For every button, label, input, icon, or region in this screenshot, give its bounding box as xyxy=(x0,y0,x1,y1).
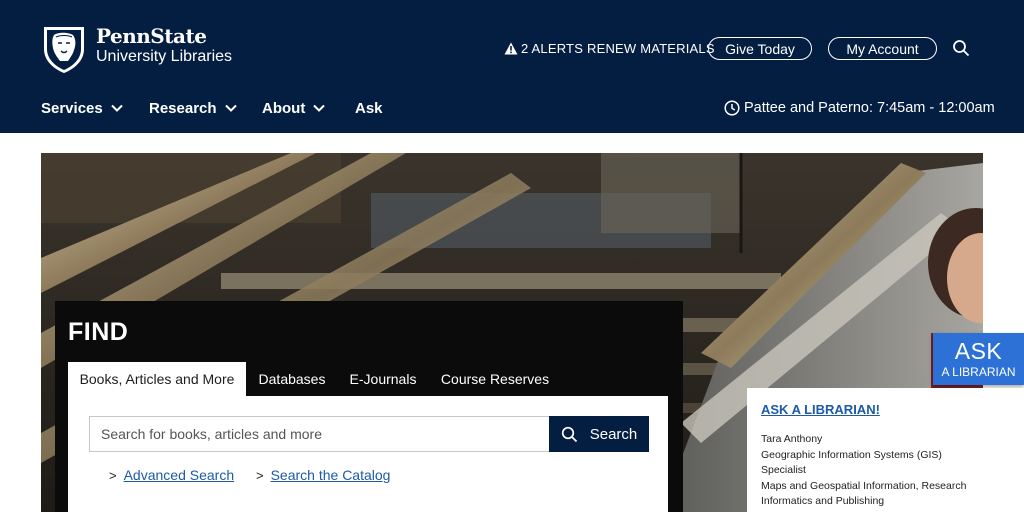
nav-services[interactable]: Services xyxy=(41,97,123,119)
alerts-label: 2 ALERTS xyxy=(521,40,584,56)
hours-label: Pattee and Paterno: 7:45am - 12:00am xyxy=(744,100,995,116)
find-panel: FIND Books, Articles and More Databases … xyxy=(55,301,683,512)
search-icon xyxy=(561,426,577,442)
my-account-button[interactable]: My Account xyxy=(828,37,937,60)
ask-a-librarian-tab[interactable]: ASK A LIBRARIAN xyxy=(933,333,1024,385)
renew-materials-link[interactable]: RENEW MATERIALS xyxy=(587,37,715,59)
chevron-down-icon xyxy=(224,104,237,112)
site-header: PennState University Libraries 2 ALERTS … xyxy=(0,0,1024,133)
tab-e-journals[interactable]: E-Journals xyxy=(343,362,423,396)
tab-course-reserves[interactable]: Course Reserves xyxy=(437,362,553,396)
link-prefix: > xyxy=(256,467,264,483)
search-input[interactable] xyxy=(89,416,549,452)
nav-services-label: Services xyxy=(41,99,103,117)
library-hours[interactable]: Pattee and Paterno: 7:45am - 12:00am xyxy=(724,97,995,119)
logo-subtitle: University Libraries xyxy=(96,48,233,65)
ask-librarian-card: ASK A LIBRARIAN! Tara Anthony Geographic… xyxy=(747,388,1024,512)
search-button-label: Search xyxy=(589,425,638,443)
logo-wordmark: PennState xyxy=(96,24,207,48)
nav-ask[interactable]: Ask xyxy=(355,97,383,119)
alerts-link[interactable]: 2 ALERTS xyxy=(504,37,583,59)
search-catalog-link[interactable]: Search the Catalog xyxy=(271,467,391,483)
ask-librarian-link[interactable]: ASK A LIBRARIAN! xyxy=(761,402,880,417)
link-prefix: > xyxy=(109,467,117,483)
search-catalog-row: > Search the Catalog xyxy=(256,467,390,483)
chevron-down-icon xyxy=(313,104,326,112)
librarian-info: Tara Anthony Geographic Information Syst… xyxy=(761,432,1001,510)
advanced-search-row: > Advanced Search xyxy=(109,467,234,483)
advanced-search-link[interactable]: Advanced Search xyxy=(124,467,235,483)
renew-materials-label: RENEW MATERIALS xyxy=(587,40,715,56)
librarian-dept-line: Informatics and Publishing xyxy=(761,495,885,507)
find-tab-panel: Search > Advanced Search > Search the Ca… xyxy=(68,396,668,512)
tab-books-articles[interactable]: Books, Articles and More xyxy=(68,362,246,396)
nav-ask-label: Ask xyxy=(355,99,383,117)
search-icon[interactable] xyxy=(952,39,970,57)
nav-research[interactable]: Research xyxy=(149,97,237,119)
librarian-role-line: Specialist xyxy=(761,464,806,476)
librarian-role-line: Geographic Information Systems (GIS) xyxy=(761,448,942,461)
ask-tab-subtitle: A LIBRARIAN xyxy=(941,365,1016,379)
psu-libraries-logo[interactable]: PennState University Libraries xyxy=(40,23,232,75)
nav-research-label: Research xyxy=(149,99,217,117)
find-heading: FIND xyxy=(68,318,129,346)
give-today-button[interactable]: Give Today xyxy=(708,37,812,60)
nittany-lion-shield-icon xyxy=(44,27,84,73)
warning-icon xyxy=(504,42,518,54)
tab-databases[interactable]: Databases xyxy=(252,362,332,396)
chevron-down-icon xyxy=(111,104,123,112)
nav-about-label: About xyxy=(262,99,306,117)
librarian-name: Tara Anthony xyxy=(761,433,823,445)
librarian-dept-line: Maps and Geospatial Information, Researc… xyxy=(761,479,967,492)
search-button[interactable]: Search xyxy=(549,416,649,452)
clock-icon xyxy=(724,100,740,116)
nav-about[interactable]: About xyxy=(262,97,326,119)
ask-tab-title: ASK xyxy=(954,338,1003,364)
